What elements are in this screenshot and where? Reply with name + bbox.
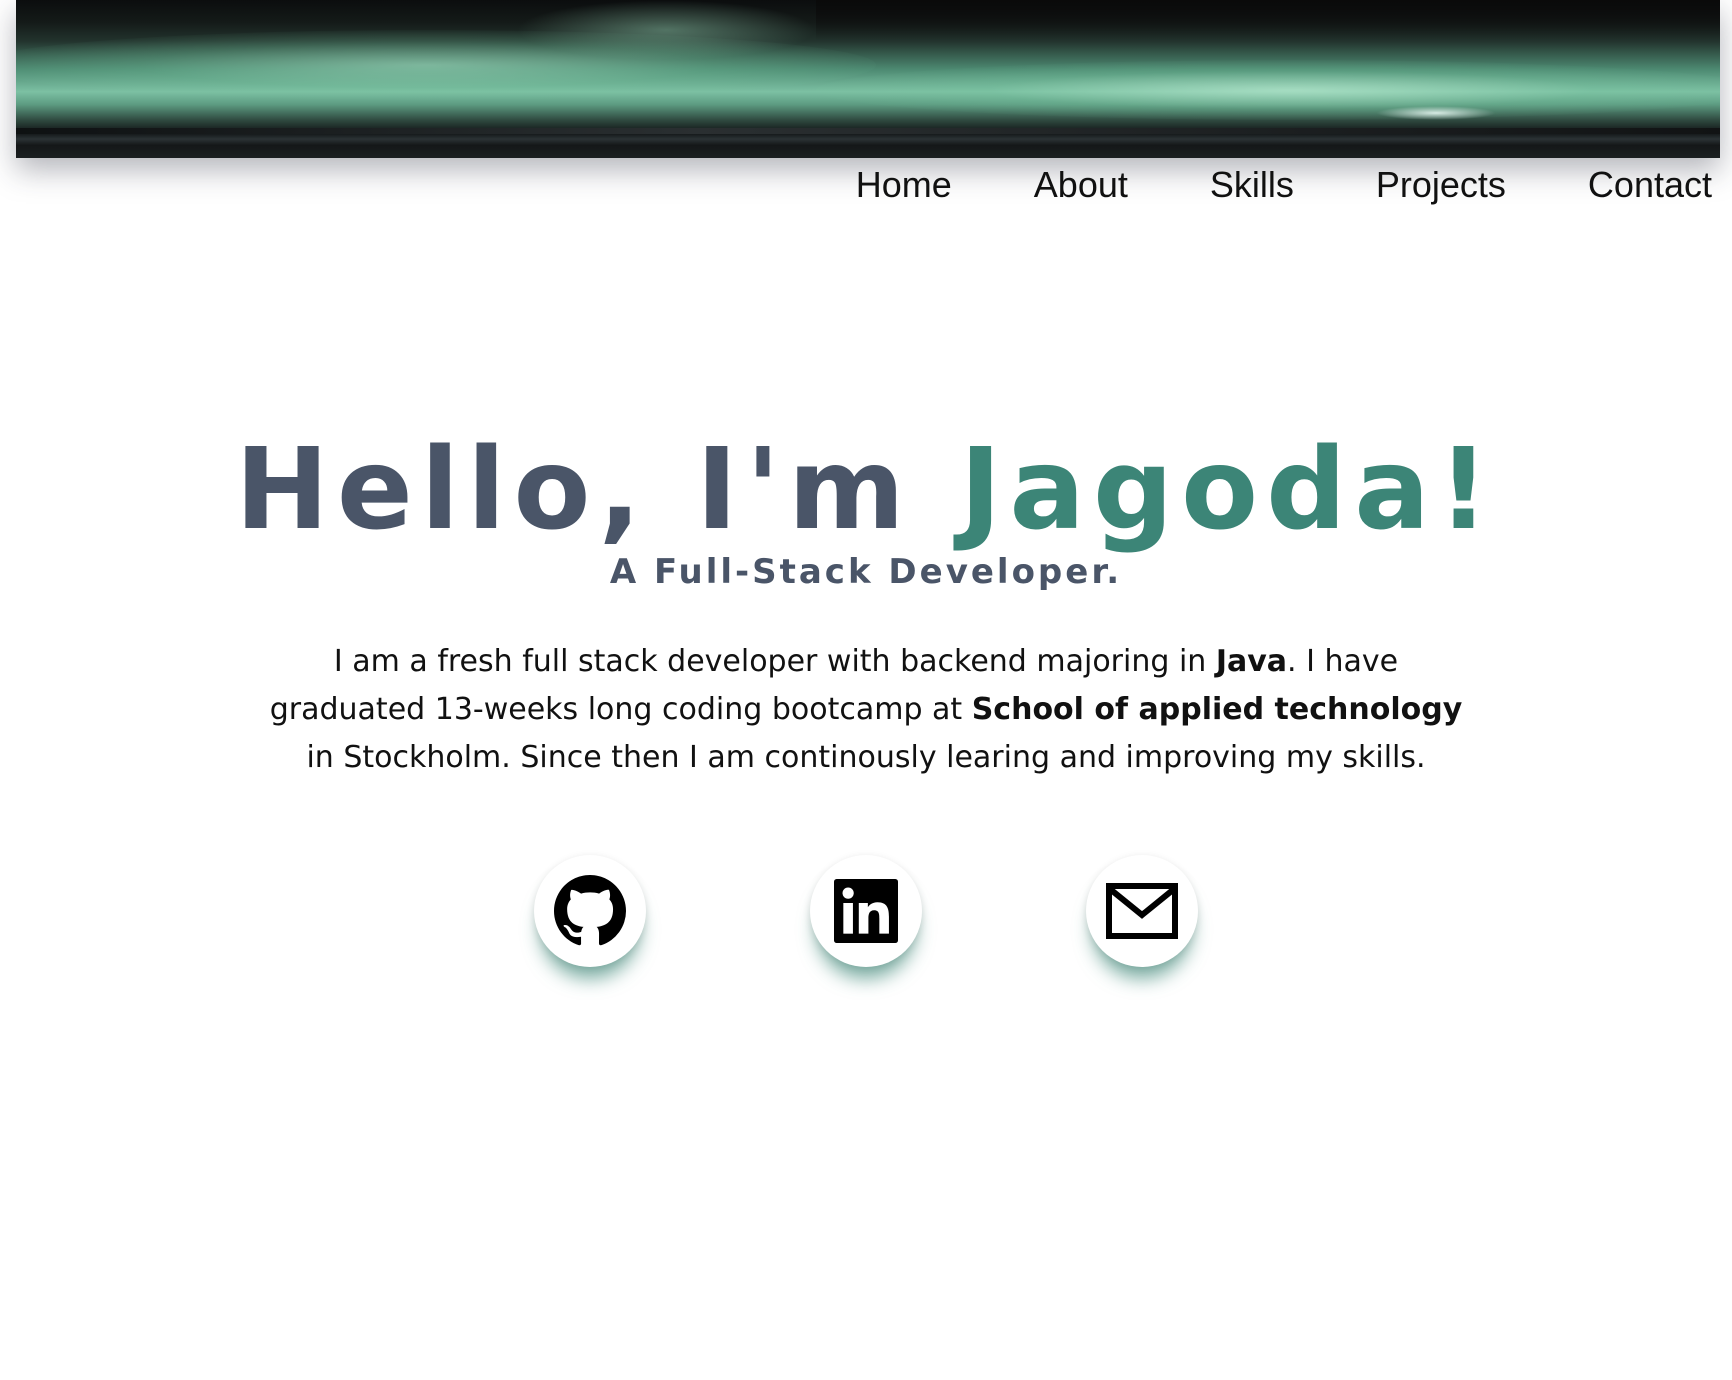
hero-section: Hello, I'm Jagoda! A Full-Stack Develope…: [0, 430, 1732, 782]
header-banner-image: [16, 0, 1720, 158]
bio-text-1: I am a fresh full stack developer with b…: [333, 644, 1216, 679]
bio-bold-school: School of applied technology: [971, 692, 1463, 727]
mail-icon: [1106, 883, 1178, 939]
nav-skills-link[interactable]: Skills: [1210, 164, 1294, 206]
nav-contact-link[interactable]: Contact: [1588, 164, 1712, 206]
social-links: [0, 855, 1732, 967]
email-button[interactable]: [1086, 855, 1198, 967]
linkedin-icon: [834, 879, 898, 943]
bio-paragraph: I am a fresh full stack developer with b…: [266, 638, 1466, 782]
hero-name: Jagoda!: [959, 425, 1497, 555]
bio-bold-java: Java: [1215, 644, 1288, 679]
page: Home About Skills Projects Contact Hello…: [0, 0, 1732, 1380]
nav-about-link[interactable]: About: [1034, 164, 1128, 206]
github-icon: [554, 875, 626, 947]
nav-home-link[interactable]: Home: [856, 164, 952, 206]
hero-subtitle: A Full-Stack Developer.: [609, 552, 1123, 592]
github-button[interactable]: [534, 855, 646, 967]
bio-text-3: in Stockholm. Since then I am continousl…: [306, 740, 1426, 775]
nav-projects-link[interactable]: Projects: [1376, 164, 1506, 206]
hero-title: Hello, I'm Jagoda!: [0, 430, 1732, 550]
hero-greeting: Hello, I'm: [235, 425, 913, 555]
linkedin-button[interactable]: [810, 855, 922, 967]
main-nav: Home About Skills Projects Contact: [856, 164, 1712, 206]
